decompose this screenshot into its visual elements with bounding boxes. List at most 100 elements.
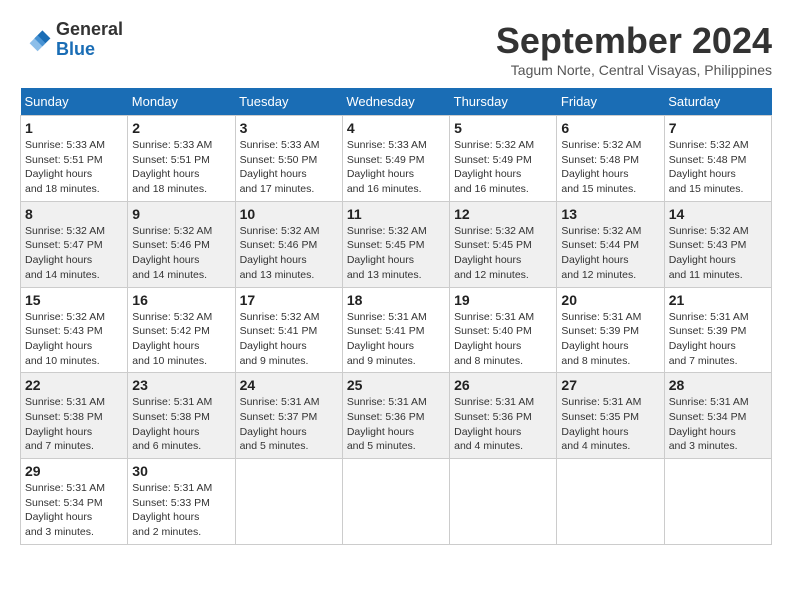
day-number: 15 bbox=[25, 292, 123, 308]
day-info: Sunrise: 5:31 AMSunset: 5:40 PMDaylight … bbox=[454, 310, 552, 369]
day-info: Sunrise: 5:31 AMSunset: 5:37 PMDaylight … bbox=[240, 395, 338, 454]
calendar-day-cell: 6Sunrise: 5:32 AMSunset: 5:48 PMDaylight… bbox=[557, 116, 664, 202]
day-number: 30 bbox=[132, 463, 230, 479]
day-number: 12 bbox=[454, 206, 552, 222]
day-number: 28 bbox=[669, 377, 767, 393]
day-number: 20 bbox=[561, 292, 659, 308]
header-saturday: Saturday bbox=[664, 88, 771, 116]
day-number: 10 bbox=[240, 206, 338, 222]
calendar-header-row: Sunday Monday Tuesday Wednesday Thursday… bbox=[21, 88, 772, 116]
day-info: Sunrise: 5:32 AMSunset: 5:45 PMDaylight … bbox=[454, 224, 552, 283]
calendar-day-cell: 21 Sunrise: 5:31 AMSunset: 5:39 PMDayligh… bbox=[664, 287, 771, 373]
calendar-day-cell bbox=[235, 459, 342, 545]
calendar-table: Sunday Monday Tuesday Wednesday Thursday… bbox=[20, 88, 772, 545]
calendar-day-cell: 8Sunrise: 5:32 AMSunset: 5:47 PMDaylight… bbox=[21, 201, 128, 287]
calendar-week-row: 22 Sunrise: 5:31 AMSunset: 5:38 PMDayligh… bbox=[21, 373, 772, 459]
day-info: Sunrise: 5:31 AMSunset: 5:39 PMDaylight … bbox=[669, 310, 767, 369]
logo: General Blue bbox=[20, 20, 123, 60]
calendar-day-cell: 28 Sunrise: 5:31 AMSunset: 5:34 PMDayligh… bbox=[664, 373, 771, 459]
day-number: 29 bbox=[25, 463, 123, 479]
day-info: Sunrise: 5:32 AMSunset: 5:46 PMDaylight … bbox=[132, 224, 230, 283]
header-friday: Friday bbox=[557, 88, 664, 116]
calendar-day-cell: 23Sunrise: 5:31 AMSunset: 5:38 PMDayligh… bbox=[128, 373, 235, 459]
day-info: Sunrise: 5:31 AMSunset: 5:36 PMDaylight … bbox=[454, 395, 552, 454]
day-info: Sunrise: 5:33 AMSunset: 5:51 PMDaylight … bbox=[25, 138, 123, 197]
day-number: 6 bbox=[561, 120, 659, 136]
header: General Blue September 2024 Tagum Norte,… bbox=[20, 20, 772, 78]
day-number: 7 bbox=[669, 120, 767, 136]
day-info: Sunrise: 5:32 AMSunset: 5:42 PMDaylight … bbox=[132, 310, 230, 369]
logo-icon bbox=[20, 24, 52, 56]
day-info: Sunrise: 5:31 AMSunset: 5:34 PMDaylight … bbox=[669, 395, 767, 454]
day-info: Sunrise: 5:32 AMSunset: 5:46 PMDaylight … bbox=[240, 224, 338, 283]
header-monday: Monday bbox=[128, 88, 235, 116]
calendar-day-cell: 2Sunrise: 5:33 AMSunset: 5:51 PMDaylight… bbox=[128, 116, 235, 202]
calendar-day-cell bbox=[664, 459, 771, 545]
calendar-day-cell: 25 Sunrise: 5:31 AMSunset: 5:36 PMDayligh… bbox=[342, 373, 449, 459]
day-info: Sunrise: 5:33 AMSunset: 5:51 PMDaylight … bbox=[132, 138, 230, 197]
calendar-day-cell bbox=[557, 459, 664, 545]
calendar-day-cell bbox=[342, 459, 449, 545]
calendar-day-cell bbox=[450, 459, 557, 545]
header-tuesday: Tuesday bbox=[235, 88, 342, 116]
day-info: Sunrise: 5:31 AMSunset: 5:39 PMDaylight … bbox=[561, 310, 659, 369]
day-number: 26 bbox=[454, 377, 552, 393]
calendar-day-cell: 29 Sunrise: 5:31 AMSunset: 5:34 PMDayligh… bbox=[21, 459, 128, 545]
calendar-day-cell: 17Sunrise: 5:32 AMSunset: 5:41 PMDayligh… bbox=[235, 287, 342, 373]
day-number: 3 bbox=[240, 120, 338, 136]
calendar-day-cell: 5 Sunrise: 5:32 AMSunset: 5:49 PMDaylight… bbox=[450, 116, 557, 202]
calendar-day-cell: 10 Sunrise: 5:32 AMSunset: 5:46 PMDayligh… bbox=[235, 201, 342, 287]
calendar-day-cell: 13Sunrise: 5:32 AMSunset: 5:44 PMDayligh… bbox=[557, 201, 664, 287]
day-info: Sunrise: 5:32 AMSunset: 5:47 PMDaylight … bbox=[25, 224, 123, 283]
day-info: Sunrise: 5:32 AMSunset: 5:41 PMDaylight … bbox=[240, 310, 338, 369]
day-info: Sunrise: 5:32 AMSunset: 5:44 PMDaylight … bbox=[561, 224, 659, 283]
calendar-day-cell: 26 Sunrise: 5:31 AMSunset: 5:36 PMDayligh… bbox=[450, 373, 557, 459]
day-number: 5 bbox=[454, 120, 552, 136]
calendar-day-cell: 24Sunrise: 5:31 AMSunset: 5:37 PMDayligh… bbox=[235, 373, 342, 459]
day-number: 25 bbox=[347, 377, 445, 393]
calendar-title: September 2024 bbox=[496, 20, 772, 62]
day-info: Sunrise: 5:32 AMSunset: 5:43 PMDaylight … bbox=[25, 310, 123, 369]
day-info: Sunrise: 5:33 AMSunset: 5:49 PMDaylight … bbox=[347, 138, 445, 197]
header-thursday: Thursday bbox=[450, 88, 557, 116]
day-info: Sunrise: 5:31 AMSunset: 5:34 PMDaylight … bbox=[25, 481, 123, 540]
day-number: 21 bbox=[669, 292, 767, 308]
header-wednesday: Wednesday bbox=[342, 88, 449, 116]
day-info: Sunrise: 5:31 AMSunset: 5:38 PMDaylight … bbox=[25, 395, 123, 454]
calendar-subtitle: Tagum Norte, Central Visayas, Philippine… bbox=[496, 62, 772, 78]
header-sunday: Sunday bbox=[21, 88, 128, 116]
day-number: 19 bbox=[454, 292, 552, 308]
calendar-day-cell: 9 Sunrise: 5:32 AMSunset: 5:46 PMDaylight… bbox=[128, 201, 235, 287]
page-container: General Blue September 2024 Tagum Norte,… bbox=[20, 20, 772, 545]
day-info: Sunrise: 5:33 AMSunset: 5:50 PMDaylight … bbox=[240, 138, 338, 197]
day-info: Sunrise: 5:31 AMSunset: 5:38 PMDaylight … bbox=[132, 395, 230, 454]
day-number: 9 bbox=[132, 206, 230, 222]
day-number: 11 bbox=[347, 206, 445, 222]
calendar-day-cell: 3 Sunrise: 5:33 AMSunset: 5:50 PMDaylight… bbox=[235, 116, 342, 202]
logo-text-general: General bbox=[56, 20, 123, 40]
day-info: Sunrise: 5:31 AMSunset: 5:35 PMDaylight … bbox=[561, 395, 659, 454]
calendar-day-cell: 19 Sunrise: 5:31 AMSunset: 5:40 PMDayligh… bbox=[450, 287, 557, 373]
calendar-day-cell: 16 Sunrise: 5:32 AMSunset: 5:42 PMDayligh… bbox=[128, 287, 235, 373]
calendar-day-cell: 15 Sunrise: 5:32 AMSunset: 5:43 PMDayligh… bbox=[21, 287, 128, 373]
day-info: Sunrise: 5:32 AMSunset: 5:49 PMDaylight … bbox=[454, 138, 552, 197]
title-section: September 2024 Tagum Norte, Central Visa… bbox=[496, 20, 772, 78]
calendar-day-cell: 18Sunrise: 5:31 AMSunset: 5:41 PMDayligh… bbox=[342, 287, 449, 373]
day-number: 27 bbox=[561, 377, 659, 393]
calendar-day-cell: 22 Sunrise: 5:31 AMSunset: 5:38 PMDayligh… bbox=[21, 373, 128, 459]
calendar-day-cell: 27 Sunrise: 5:31 AMSunset: 5:35 PMDayligh… bbox=[557, 373, 664, 459]
calendar-day-cell: 30 Sunrise: 5:31 AMSunset: 5:33 PMDayligh… bbox=[128, 459, 235, 545]
day-number: 16 bbox=[132, 292, 230, 308]
logo-text-blue: Blue bbox=[56, 40, 123, 60]
calendar-day-cell: 12 Sunrise: 5:32 AMSunset: 5:45 PMDayligh… bbox=[450, 201, 557, 287]
day-info: Sunrise: 5:32 AMSunset: 5:45 PMDaylight … bbox=[347, 224, 445, 283]
day-number: 14 bbox=[669, 206, 767, 222]
day-number: 4 bbox=[347, 120, 445, 136]
day-number: 22 bbox=[25, 377, 123, 393]
day-info: Sunrise: 5:31 AMSunset: 5:33 PMDaylight … bbox=[132, 481, 230, 540]
calendar-day-cell: 20 Sunrise: 5:31 AMSunset: 5:39 PMDayligh… bbox=[557, 287, 664, 373]
calendar-day-cell: 7Sunrise: 5:32 AMSunset: 5:48 PMDaylight… bbox=[664, 116, 771, 202]
day-info: Sunrise: 5:31 AMSunset: 5:36 PMDaylight … bbox=[347, 395, 445, 454]
calendar-week-row: 15 Sunrise: 5:32 AMSunset: 5:43 PMDayligh… bbox=[21, 287, 772, 373]
calendar-day-cell: 1Sunrise: 5:33 AMSunset: 5:51 PMDaylight… bbox=[21, 116, 128, 202]
